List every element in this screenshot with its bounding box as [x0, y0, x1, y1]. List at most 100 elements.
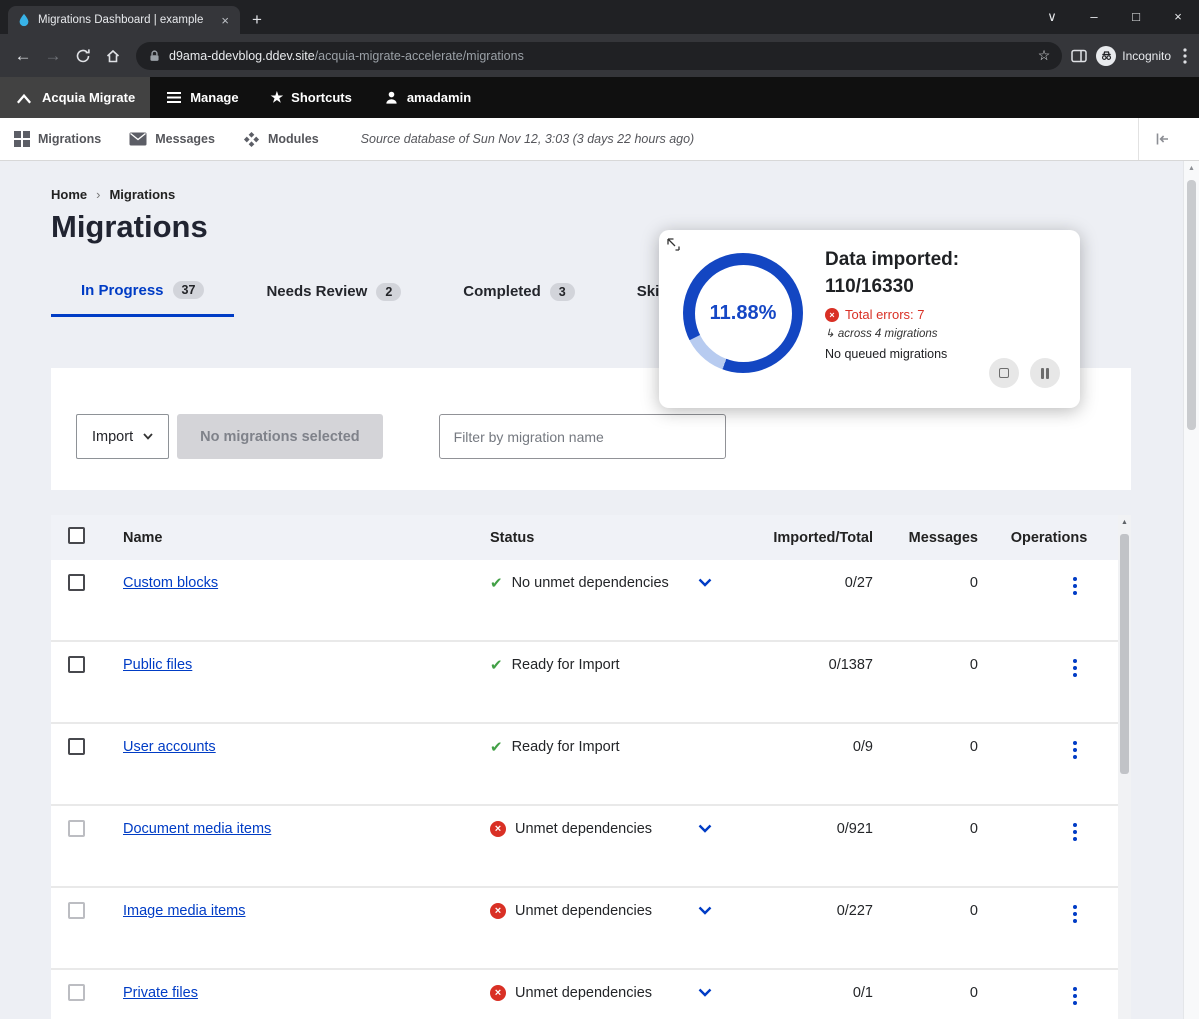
forward-button[interactable]: → — [38, 46, 68, 66]
migration-name-link[interactable]: Document media items — [123, 821, 271, 837]
status-text: Unmet dependencies — [515, 903, 652, 919]
row-checkbox[interactable] — [68, 656, 85, 673]
nav-item-migrations[interactable]: Migrations — [14, 131, 101, 147]
incognito-icon — [1096, 46, 1116, 66]
row-operations-kebab-icon[interactable] — [1073, 577, 1077, 581]
migration-name-link[interactable]: User accounts — [123, 739, 216, 755]
imported-total-value: 0/1387 — [739, 642, 885, 722]
row-checkbox[interactable] — [68, 738, 85, 755]
table-row: Document media items × Unmet dependencie… — [51, 806, 1131, 888]
home-button[interactable] — [98, 48, 128, 64]
imported-total-value: 0/1 — [739, 970, 885, 1019]
tab-close-icon[interactable]: × — [219, 13, 231, 28]
acquia-migrate-brand[interactable]: Acquia Migrate — [0, 77, 150, 118]
no-migrations-selected-button: No migrations selected — [177, 414, 383, 459]
reload-button[interactable] — [68, 48, 98, 64]
browser-menu-kebab-icon[interactable] — [1183, 47, 1187, 65]
toolbar-item-manage[interactable]: Manage — [150, 77, 254, 118]
migration-name-link[interactable]: Custom blocks — [123, 575, 218, 591]
expand-chevron-icon[interactable] — [698, 824, 712, 833]
migrations-table: Name Status Imported/Total Messages Oper… — [51, 515, 1131, 1019]
migration-name-link[interactable]: Image media items — [123, 903, 246, 919]
modules-icon — [243, 131, 260, 148]
close-button[interactable]: × — [1157, 0, 1199, 34]
progress-overlay-card: 11.88% Data imported: 110/16330 × Total … — [659, 230, 1080, 408]
total-errors[interactable]: × Total errors: 7 — [825, 307, 1065, 322]
table-scrollbar[interactable]: ▲ — [1118, 515, 1131, 1019]
row-operations-kebab-icon[interactable] — [1073, 905, 1077, 909]
envelope-icon — [129, 132, 147, 146]
header-messages: Messages — [885, 530, 993, 546]
back-button[interactable]: ← — [8, 46, 38, 66]
messages-count: 0 — [885, 806, 993, 886]
new-tab-button[interactable]: + — [252, 10, 262, 30]
imported-total-value: 0/921 — [739, 806, 885, 886]
expand-chevron-icon[interactable] — [698, 988, 712, 997]
row-checkbox[interactable] — [68, 574, 85, 591]
row-checkbox[interactable] — [68, 820, 85, 837]
scrollbar-thumb[interactable] — [1120, 534, 1129, 774]
toolbar-collapse-button[interactable] — [1138, 118, 1185, 160]
incognito-label: Incognito — [1122, 49, 1171, 63]
migration-name-link[interactable]: Public files — [123, 657, 192, 673]
grid-icon — [14, 131, 30, 147]
import-dropdown-button[interactable]: Import — [76, 414, 169, 459]
lock-icon — [148, 49, 161, 63]
table-row: Private files × Unmet dependencies 0/1 0 — [51, 970, 1131, 1019]
page-scrollbar[interactable]: ▲ — [1183, 161, 1199, 1019]
tab-count-badge: 2 — [376, 283, 401, 301]
scroll-up-arrow-icon[interactable]: ▲ — [1118, 515, 1131, 526]
row-operations-kebab-icon[interactable] — [1073, 823, 1077, 827]
expand-chevron-icon[interactable] — [698, 578, 712, 587]
breadcrumb-home-link[interactable]: Home — [51, 187, 87, 202]
table-row: User accounts ✔ Ready for Import 0/9 0 — [51, 724, 1131, 806]
maximize-button[interactable]: □ — [1115, 0, 1157, 34]
browser-tab[interactable]: Migrations Dashboard | example × — [8, 6, 240, 34]
toolbar-item-shortcuts[interactable]: ★ Shortcuts — [255, 77, 368, 118]
row-checkbox[interactable] — [68, 902, 85, 919]
bookmark-star-icon[interactable]: ☆ — [1038, 47, 1051, 64]
expand-chevron-icon[interactable] — [698, 906, 712, 915]
row-checkbox[interactable] — [68, 984, 85, 1001]
scroll-up-arrow-icon[interactable]: ▲ — [1184, 161, 1199, 172]
stop-button[interactable] — [989, 358, 1019, 388]
migration-name-link[interactable]: Private files — [123, 985, 198, 1001]
stop-icon — [999, 368, 1009, 378]
side-panel-icon[interactable] — [1070, 48, 1088, 64]
source-database-note: Source database of Sun Nov 12, 3:03 (3 d… — [361, 132, 695, 146]
brand-label: Acquia Migrate — [42, 90, 135, 105]
nav-item-modules[interactable]: Modules — [243, 131, 319, 148]
tab-bar: In Progress 37 Needs Review 2 Completed … — [51, 281, 725, 317]
select-all-checkbox[interactable] — [68, 527, 85, 544]
nav-item-messages[interactable]: Messages — [129, 132, 215, 146]
status-text: No unmet dependencies — [512, 575, 669, 591]
pause-button[interactable] — [1030, 358, 1060, 388]
drupal-favicon-icon — [17, 13, 31, 27]
progress-ring: 11.88% — [683, 253, 803, 373]
url-text: d9ama-ddevblog.ddev.site/acquia-migrate-… — [169, 49, 524, 63]
row-operations-kebab-icon[interactable] — [1073, 741, 1077, 745]
tab-completed[interactable]: Completed 3 — [433, 281, 604, 317]
row-operations-kebab-icon[interactable] — [1073, 659, 1077, 663]
tab-needs-review[interactable]: Needs Review 2 — [236, 281, 431, 317]
secondary-toolbar: Migrations Messages Modules Source datab… — [0, 118, 1199, 161]
incognito-badge: Incognito — [1096, 46, 1171, 66]
address-bar[interactable]: d9ama-ddevblog.ddev.site/acquia-migrate-… — [136, 42, 1062, 70]
filter-migration-input[interactable] — [439, 414, 726, 459]
tab-in-progress[interactable]: In Progress 37 — [51, 281, 234, 317]
scrollbar-thumb[interactable] — [1187, 180, 1196, 430]
row-operations-kebab-icon[interactable] — [1073, 987, 1077, 991]
header-operations: Operations — [993, 530, 1105, 546]
messages-count: 0 — [885, 724, 993, 804]
toolbar-item-user[interactable]: amadamin — [368, 77, 487, 118]
acquia-logo-icon — [15, 90, 33, 106]
star-icon: ★ — [271, 89, 284, 106]
minimize-button[interactable]: – — [1073, 0, 1115, 34]
admin-toolbar: Acquia Migrate Manage ★ Shortcuts amadam… — [0, 77, 1199, 118]
breadcrumb-current: Migrations — [109, 187, 175, 202]
main-content: Home › Migrations Migrations In Progress… — [0, 161, 1199, 1019]
tab-search-chevron-icon[interactable]: ∨ — [1031, 0, 1073, 34]
table-row: Image media items × Unmet dependencies 0… — [51, 888, 1131, 970]
hamburger-icon — [166, 91, 182, 104]
messages-count: 0 — [885, 970, 993, 1019]
